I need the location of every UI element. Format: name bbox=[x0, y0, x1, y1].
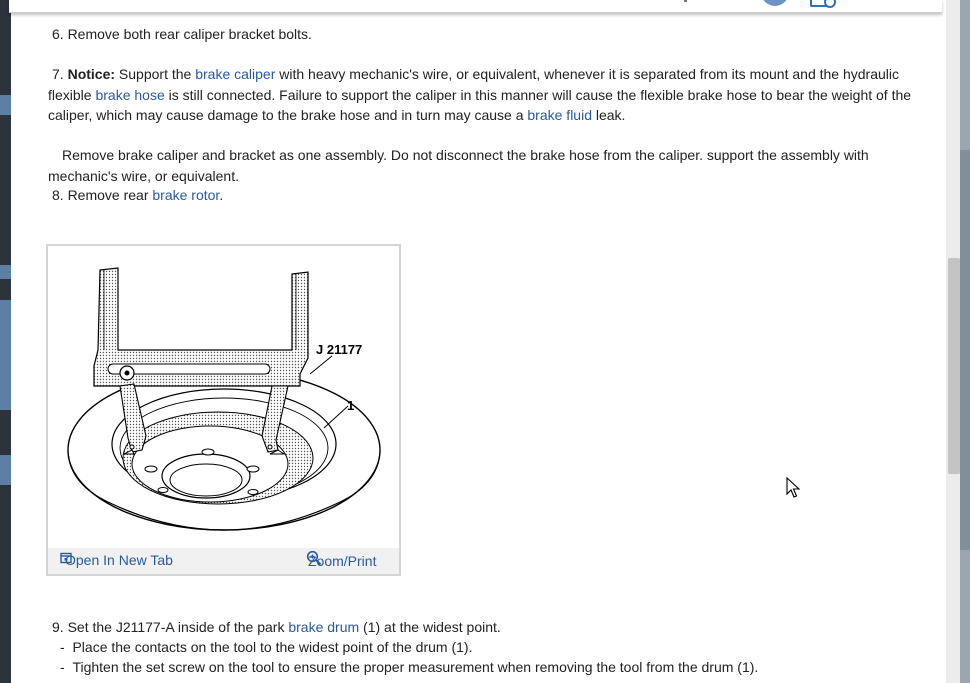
step-8: 8. Remove rear brake rotor. bbox=[52, 185, 942, 206]
step-7-text-4: leak. bbox=[591, 107, 626, 123]
step-8-text-1: 8. Remove rear bbox=[52, 187, 153, 203]
illustration-figure[interactable]: J 21177 1 Open In New Tab Zoom/Print bbox=[46, 244, 401, 576]
step-7: 7. Notice: Support the brake caliper wit… bbox=[48, 64, 938, 126]
link-brake-caliper[interactable]: brake caliper bbox=[195, 66, 275, 82]
link-brake-drum[interactable]: brake drum bbox=[288, 619, 359, 635]
link-brake-hose[interactable]: brake hose bbox=[95, 87, 164, 103]
brake-drum-gauge-illustration: J 21177 1 bbox=[67, 267, 381, 531]
step-9-sub-2-text: Tighten the set screw on the tool to ens… bbox=[72, 659, 759, 675]
step-9-sub-1: - Place the contacts on the tool to the … bbox=[60, 637, 950, 658]
notice-label: Notice: bbox=[67, 66, 116, 82]
step-9-sub-2: - Tighten the set screw on the tool to e… bbox=[60, 657, 950, 678]
step-9-text-2: (1) at the widest point. bbox=[359, 619, 501, 635]
step-8-text-2: . bbox=[219, 187, 224, 203]
step-6-text: 6. Remove both rear caliper bracket bolt… bbox=[52, 26, 312, 42]
step-7-number: 7. bbox=[52, 66, 64, 82]
step-9: 9. Set the J21177-A inside of the park b… bbox=[52, 617, 942, 638]
remove-note: Remove brake caliper and bracket as one … bbox=[48, 145, 938, 186]
open-in-new-tab-button[interactable]: Open In New Tab bbox=[60, 552, 173, 568]
remove-note-text: Remove brake caliper and bracket as one … bbox=[48, 147, 869, 184]
step-7-text-1: Support the bbox=[115, 66, 196, 82]
history-icon[interactable] bbox=[810, 0, 836, 8]
toolbar bbox=[9, 0, 942, 13]
step-7-text-3: is still connected. Failure to support t… bbox=[48, 86, 912, 124]
mouse-cursor-icon bbox=[786, 476, 801, 502]
part-label: 1 bbox=[347, 398, 354, 413]
link-brake-fluid[interactable]: brake fluid bbox=[527, 107, 592, 123]
toolbar-mark bbox=[684, 0, 687, 2]
step-6: 6. Remove both rear caliper bracket bolt… bbox=[52, 24, 942, 45]
open-in-new-tab-label: Open In New Tab bbox=[65, 552, 173, 568]
scrollbar-thumb[interactable] bbox=[948, 258, 960, 474]
bullet: - bbox=[60, 659, 65, 675]
tool-label: J 21177 bbox=[316, 342, 362, 357]
window-background-shade bbox=[960, 150, 970, 550]
bullet: - bbox=[60, 639, 65, 655]
link-brake-rotor[interactable]: brake rotor bbox=[152, 187, 219, 203]
user-avatar[interactable] bbox=[761, 0, 789, 6]
figure-action-bar: Open In New Tab Zoom/Print bbox=[48, 548, 399, 574]
step-9-sub-1-text: Place the contacts on the tool to the wi… bbox=[72, 639, 473, 655]
window-edge bbox=[0, 0, 11, 683]
step-9-text-1: 9. Set the J21177-A inside of the park bbox=[52, 619, 289, 635]
zoom-print-button[interactable]: Zoom/Print bbox=[306, 550, 376, 569]
